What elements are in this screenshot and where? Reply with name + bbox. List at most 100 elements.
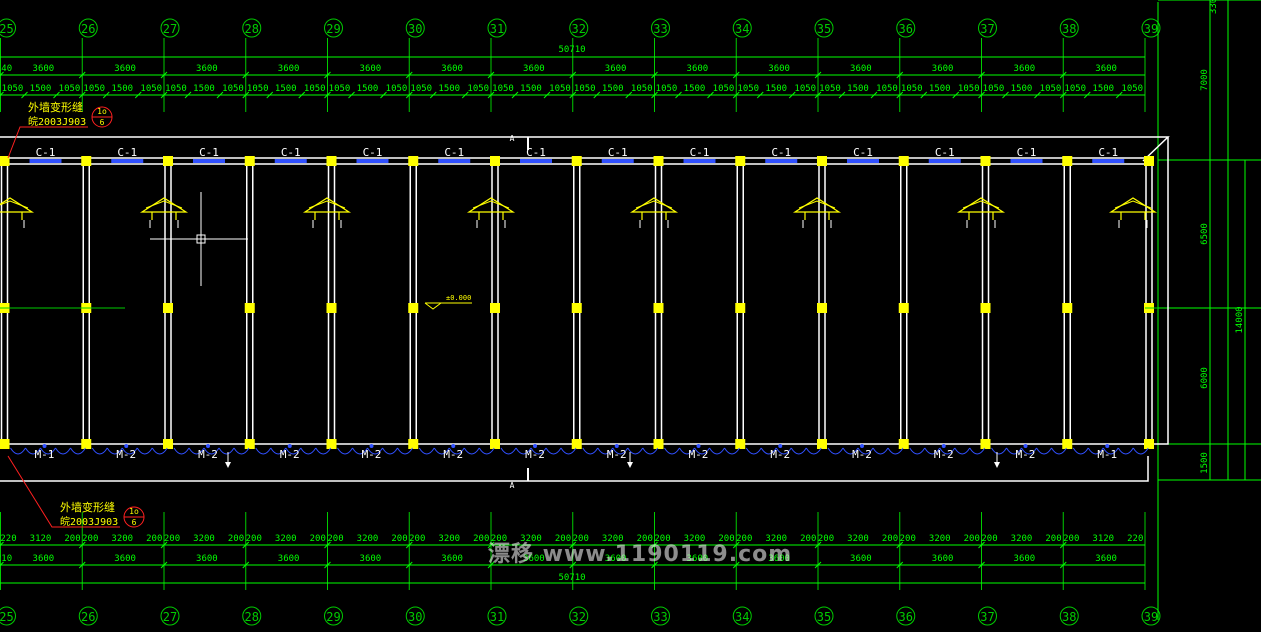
door-label: M-2 [1016, 448, 1036, 461]
dim-detail-top: 1050 [713, 84, 735, 94]
axis-label-bottom: 37 [980, 610, 994, 624]
window-c1 [601, 159, 634, 163]
section-mark-label: A [510, 481, 515, 490]
elevation-triangle [424, 302, 442, 310]
window-c1 [1092, 159, 1125, 163]
column [1062, 439, 1073, 449]
column [244, 156, 255, 166]
axis-label-bottom: 35 [817, 610, 831, 624]
dim-bay-bottom: 3600 [1014, 554, 1036, 564]
dim-detail-bottom: 3120 [30, 534, 52, 544]
dim-right-lower: 1500 [1200, 452, 1210, 474]
window-c1 [520, 159, 552, 163]
window-label: C-1 [935, 146, 955, 159]
callout-sheet: 6 [132, 518, 137, 527]
dim-detail-top: 1050 [983, 84, 1005, 94]
axis-label-bottom: 32 [572, 610, 586, 624]
dim-bay-top: 3600 [1095, 64, 1117, 74]
dim-detail-bottom: 3200 [357, 534, 379, 544]
dim-detail-top: 1050 [876, 84, 898, 94]
arrow-down-head [225, 462, 231, 468]
axis-label-top: 36 [899, 22, 913, 36]
window-c1 [29, 159, 62, 163]
dim-detail-top: 1500 [438, 84, 460, 94]
column [898, 156, 909, 166]
column [490, 156, 500, 166]
door-label: M-2 [689, 448, 709, 461]
dim-overall-top: 50710 [558, 45, 585, 55]
arrow-down-head [994, 462, 1000, 468]
section-mark-label: A [510, 134, 515, 143]
window-c1 [1010, 159, 1043, 163]
column [408, 439, 419, 449]
column [490, 439, 500, 449]
axis-label-top: 30 [408, 22, 422, 36]
watermark: 漂移 www.1190119.com [488, 542, 793, 567]
dim-bay-bottom: 3600 [932, 554, 954, 564]
callout-num: 1o [97, 107, 107, 116]
column [1144, 156, 1154, 166]
axis-label-bottom: 31 [490, 610, 504, 624]
column [898, 439, 909, 449]
column [980, 156, 991, 166]
dim-detail-top: 1050 [59, 84, 81, 94]
callout-text: 外墙变形缝 [60, 500, 115, 514]
callout-text: 外墙变形缝 [28, 100, 83, 114]
axis-label-bottom: 36 [899, 610, 913, 624]
dim-bay-bottom: 3600 [33, 554, 55, 564]
dim-detail-top: 1050 [83, 84, 105, 94]
axis-label-top: 32 [572, 22, 586, 36]
dim-detail-bottom: 200 [800, 534, 816, 544]
window-c1 [683, 159, 716, 163]
dim-detail-top: 1050 [386, 84, 408, 94]
column [735, 156, 746, 166]
axis-label-top: 28 [245, 22, 259, 36]
dim-detail-bottom: 200 [228, 534, 244, 544]
door-label: M-1 [1097, 448, 1117, 461]
column [81, 439, 92, 449]
window-label: C-1 [444, 146, 464, 159]
axis-label-bottom: 34 [735, 610, 749, 624]
door-label: M-2 [198, 448, 218, 461]
dim-detail-top: 1050 [1064, 84, 1086, 94]
dim-detail-bottom: 3200 [929, 534, 951, 544]
door-label: M-1 [35, 448, 55, 461]
dim-bay-top: 3600 [850, 64, 872, 74]
door-label: M-2 [280, 448, 300, 461]
door-label: M-2 [607, 448, 627, 461]
window-label: C-1 [771, 146, 791, 159]
column [1144, 439, 1154, 449]
plumbing-fixture-inner [798, 200, 836, 209]
axis-label-top: 33 [653, 22, 667, 36]
elevation-label: ±0.000 [446, 294, 471, 302]
dim-overall-bottom: 50710 [558, 573, 585, 583]
column [735, 303, 746, 313]
dim-right-total: 14000 [1235, 306, 1245, 333]
window-c1 [111, 159, 144, 163]
column [244, 303, 255, 313]
column [408, 156, 419, 166]
dim-detail-top: 1050 [794, 84, 816, 94]
axis-label-top: 31 [490, 22, 504, 36]
axis-label-bottom: 26 [81, 610, 95, 624]
dim-detail-bottom: 3200 [111, 534, 133, 544]
dim-bay-top: 3600 [687, 64, 709, 74]
dim-detail-top: 1050 [329, 84, 351, 94]
column [817, 303, 827, 313]
column [81, 156, 92, 166]
dim-detail-top: 1050 [247, 84, 269, 94]
dim-bay-top: 3600 [441, 64, 463, 74]
window-label: C-1 [199, 146, 219, 159]
axis-label-bottom: 30 [408, 610, 422, 624]
column [898, 303, 909, 313]
column [980, 439, 991, 449]
column [817, 439, 827, 449]
door-label: M-2 [852, 448, 872, 461]
dim-detail-bottom: 3120 [1092, 534, 1114, 544]
dim-bay-top: 3600 [33, 64, 55, 74]
window-c1 [847, 159, 879, 163]
door-label: M-2 [934, 448, 954, 461]
plumbing-fixture-inner [472, 200, 510, 209]
window-label: C-1 [281, 146, 301, 159]
arrow-down-head [627, 462, 633, 468]
